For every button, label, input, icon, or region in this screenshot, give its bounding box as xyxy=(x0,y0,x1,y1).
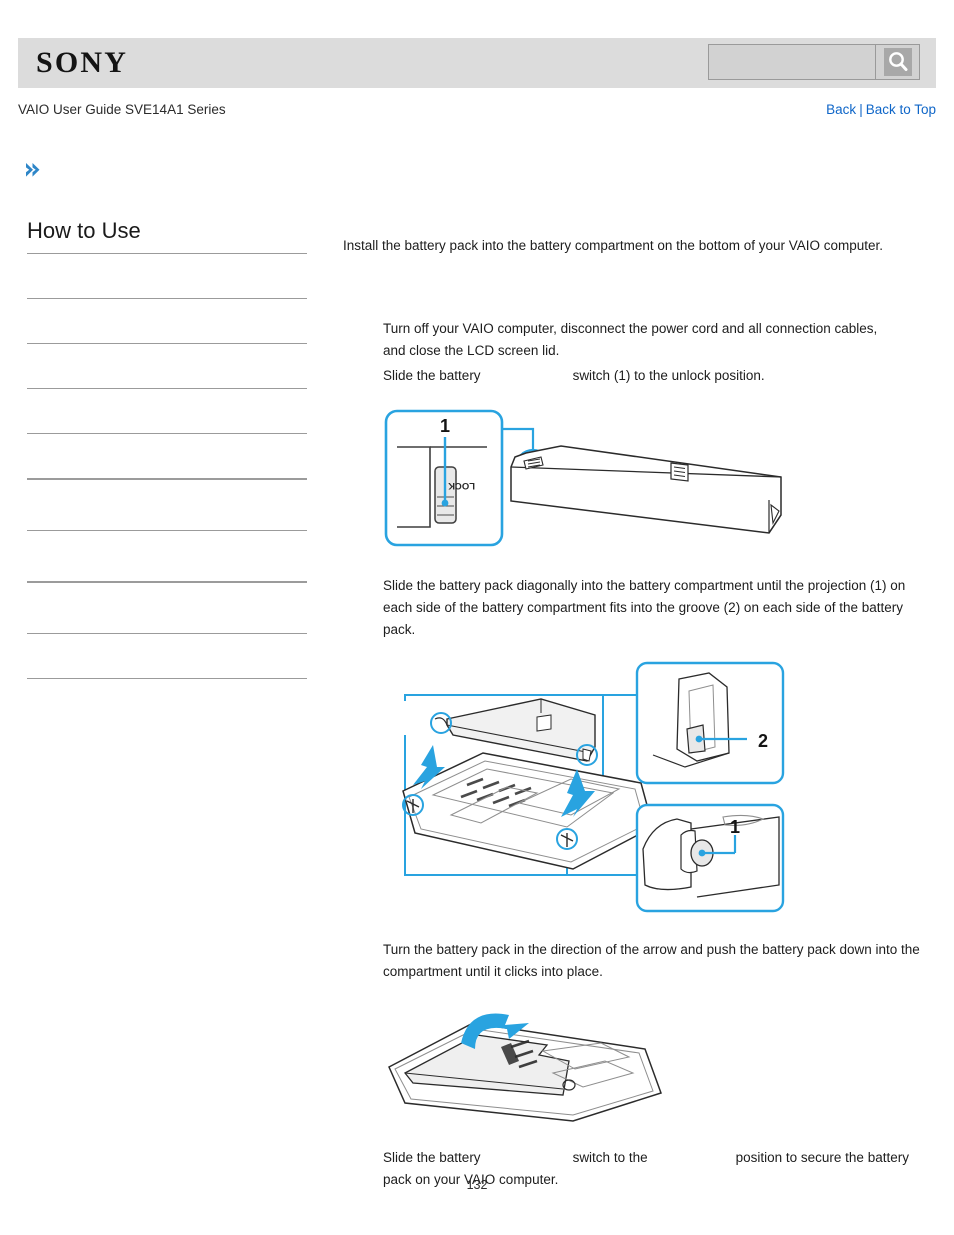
back-link[interactable]: Back xyxy=(826,102,856,117)
intro-paragraph: Install the battery pack into the batter… xyxy=(343,238,884,253)
sidebar-item-8[interactable] xyxy=(27,634,307,678)
figure-2: 2 1 xyxy=(343,657,938,915)
sidebar-item-1[interactable] xyxy=(27,299,307,343)
header-nav-links: Back | Back to Top xyxy=(826,100,936,120)
sidebar-item-4[interactable] xyxy=(27,434,307,478)
breadcrumb xyxy=(24,160,324,186)
sidebar-item-3[interactable] xyxy=(27,389,307,433)
instruction-steps: Turn off your VAIO computer, disconnect … xyxy=(343,318,938,1191)
nav-separator: | xyxy=(859,102,863,117)
main-content: Install the battery pack into the batter… xyxy=(343,236,938,1191)
search-input[interactable] xyxy=(709,45,875,79)
figure-2-callout-groove: 2 xyxy=(758,731,768,751)
step-3: Slide the battery pack diagonally into t… xyxy=(343,575,938,641)
figure-2-callout-projection: 1 xyxy=(730,817,740,837)
sidebar-item-6[interactable] xyxy=(27,531,307,581)
step-2: Slide the battery switch (1) to the unloc… xyxy=(343,365,938,387)
figure-1-callout-number: 1 xyxy=(440,416,450,436)
step-5-text-pre: Slide the battery xyxy=(383,1150,481,1165)
search-button[interactable] xyxy=(875,45,919,79)
back-to-top-link[interactable]: Back to Top xyxy=(866,102,936,117)
guide-title: VAIO User Guide SVE14A1 Series xyxy=(18,102,226,117)
battery-pack-lock-switch-figure: LOCK 1 xyxy=(384,409,782,547)
site-header: SONY xyxy=(18,38,936,88)
step-1-line-2: and close the LCD screen lid. xyxy=(383,343,560,358)
sidebar-item-7[interactable] xyxy=(27,583,307,633)
step-2-text: Slide the battery switch (1) to the unloc… xyxy=(383,365,938,387)
step-4-text: Turn the battery pack in the direction o… xyxy=(383,942,920,979)
step-5-text-mid: switch to the xyxy=(572,1150,648,1165)
title-row: VAIO User Guide SVE14A1 Series Back | Back… xyxy=(18,100,936,124)
lock-switch-inline-icon xyxy=(481,368,573,380)
step-1-line-1: Turn off your VAIO computer, disconnect … xyxy=(383,321,878,336)
figure-1: LOCK 1 xyxy=(343,405,938,553)
sony-logo: SONY xyxy=(36,46,129,79)
step-2-text-post: switch (1) to the unlock position. xyxy=(572,368,765,383)
step-2-text-pre: Slide the battery xyxy=(383,368,481,383)
lock-label-mirrored: LOCK xyxy=(448,480,475,491)
search-icon xyxy=(883,48,912,76)
page-number: 132 xyxy=(466,1178,488,1192)
figure-3 xyxy=(343,999,938,1125)
sidebar-heading: How to Use xyxy=(27,218,141,243)
step-1: Turn off your VAIO computer, disconnect … xyxy=(343,318,938,362)
lock-position-inline-icon xyxy=(648,1150,736,1162)
sidebar: How to Use xyxy=(27,218,307,679)
sidebar-item-2[interactable] xyxy=(27,344,307,388)
sidebar-item-0[interactable] xyxy=(27,254,307,298)
sidebar-divider xyxy=(27,678,307,679)
step-4: Turn the battery pack in the direction o… xyxy=(343,939,938,983)
search-box[interactable] xyxy=(708,44,920,80)
double-chevron-right-icon xyxy=(24,160,324,180)
step-3-text: Slide the battery pack diagonally into t… xyxy=(383,578,906,637)
sidebar-item-5[interactable] xyxy=(27,480,307,530)
battery-insert-into-compartment-figure: 2 1 xyxy=(402,661,785,913)
battery-push-down-figure xyxy=(388,1013,662,1122)
lock-switch-inline-icon xyxy=(481,1150,573,1162)
